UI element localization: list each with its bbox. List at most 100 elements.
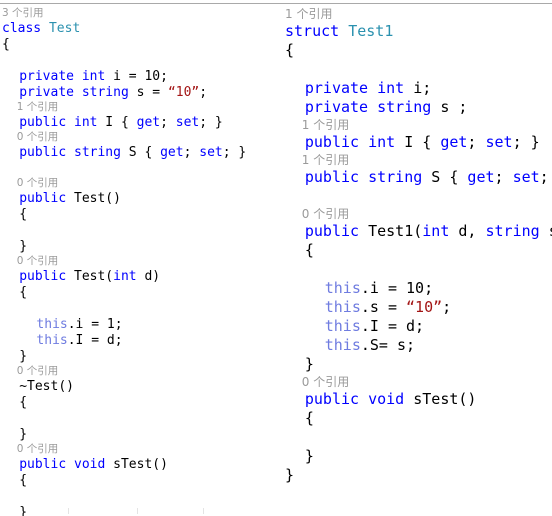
code-token-id: ; <box>160 69 168 84</box>
code-line: } <box>2 240 277 256</box>
code-token-id: d) <box>136 269 161 284</box>
code-token-kw: string <box>377 98 432 116</box>
code-token-id <box>368 79 377 97</box>
code-token-id: .i = <box>67 317 107 332</box>
code-token-id: ; <box>114 317 123 332</box>
code-token-id <box>41 21 49 36</box>
code-token-id: { <box>19 473 28 488</box>
indent-guide-ticks <box>0 506 552 516</box>
code-token-id: I { <box>395 133 441 151</box>
code-token-kw: public <box>19 191 67 206</box>
codelens-reference-count[interactable]: 0 个引用 <box>2 366 277 380</box>
codelens-reference-count[interactable]: 0 个引用 <box>2 132 277 146</box>
code-token-id: ~Test() <box>19 379 74 394</box>
code-token-id: { <box>304 241 314 259</box>
code-line: this.i = 1; <box>2 318 277 334</box>
code-token-kw: set <box>512 168 540 186</box>
code-token-id: { <box>285 41 295 59</box>
code-token-kw: set <box>199 145 223 160</box>
indent-guide-tick <box>68 508 69 514</box>
code-token-id <box>74 85 82 100</box>
code-line: public Test(int d) <box>2 270 277 286</box>
code-token-kw: private <box>19 85 74 100</box>
code-token-kw: string <box>368 168 423 186</box>
code-token-id: S { <box>422 168 468 186</box>
code-token-id: Test() <box>66 191 121 206</box>
code-token-kw: int <box>113 269 137 284</box>
code-token-kw: int <box>81 69 106 84</box>
code-token-type: Test <box>48 21 81 36</box>
code-token-id <box>359 133 368 151</box>
code-token-id: s = <box>128 85 168 100</box>
code-token-id <box>359 390 368 408</box>
code-line: { <box>285 43 552 62</box>
code-token-id <box>66 115 74 130</box>
code-comparison-screenshot: 3 个引用 class Test{ private int i = 10; priv… <box>0 0 552 516</box>
code-token-kw: public <box>304 390 360 408</box>
code-pane-left[interactable]: 3 个引用 class Test{ private int i = 10; priv… <box>0 0 277 516</box>
code-token-kw: int <box>368 133 396 151</box>
code-line: } <box>2 350 277 366</box>
code-token-id: ; <box>183 145 200 160</box>
code-token-id: } <box>19 349 28 364</box>
code-token-kw: get <box>440 133 468 151</box>
code-line: public string S { get; set; <box>285 170 552 189</box>
code-token-id <box>66 145 74 160</box>
codelens-reference-count[interactable]: 0 个引用 <box>2 178 277 192</box>
code-token-id: ; <box>539 168 549 186</box>
code-line: this.I = d; <box>2 334 277 350</box>
code-token-num: 10 <box>406 279 425 297</box>
code-token-id: ; <box>199 85 208 100</box>
code-token-id: i; <box>404 79 432 97</box>
code-token-this: this <box>324 279 361 297</box>
code-token-id: { <box>304 409 314 427</box>
code-line: { <box>2 396 277 412</box>
indent-guide-tick <box>137 508 138 514</box>
code-token-id: d, <box>449 222 486 240</box>
code-token-type: Test1 <box>348 22 394 40</box>
codelens-reference-count[interactable]: 0 个引用 <box>2 444 277 458</box>
code-token-kw: private <box>19 69 74 84</box>
code-token-id: ; } <box>512 133 540 151</box>
code-line: } <box>285 468 552 487</box>
code-token-id <box>368 98 377 116</box>
code-token-kw: public <box>19 269 67 284</box>
code-token-kw: get <box>160 145 184 160</box>
code-line: { <box>2 38 277 54</box>
code-line: public int I { get; set; } <box>285 135 552 154</box>
code-token-id: .I = d; <box>360 317 425 335</box>
code-token-id: } <box>285 466 295 484</box>
code-token-kw: private <box>304 79 369 97</box>
code-token-kw: set <box>485 133 513 151</box>
code-token-kw: void <box>368 390 405 408</box>
codelens-reference-count[interactable]: 3 个引用 <box>2 8 277 22</box>
codelens-reference-count[interactable]: 1 个引用 <box>2 102 277 116</box>
code-line: public void sTest() <box>2 458 277 474</box>
code-token-kw: string <box>81 85 129 100</box>
code-token-this: this <box>324 298 361 316</box>
code-token-kw: public <box>19 115 67 130</box>
code-token-id: .s = <box>360 298 407 316</box>
code-token-id <box>74 69 82 84</box>
code-token-kw: public <box>19 145 67 160</box>
code-line: ~Test() <box>2 380 277 396</box>
code-token-kw: set <box>175 115 200 130</box>
code-token-kw: void <box>74 457 106 472</box>
code-line: public int I { get; set; } <box>2 116 277 132</box>
code-token-id: ; <box>494 168 513 186</box>
code-token-id: sTest() <box>404 390 477 408</box>
code-token-id: ; <box>424 279 434 297</box>
code-pane-right[interactable]: 1 个引用 struct Test1{ private int i; private… <box>277 0 552 516</box>
code-token-kw: public <box>304 222 360 240</box>
code-line: } <box>285 449 552 468</box>
code-token-id: .S= s; <box>360 336 416 354</box>
codelens-reference-count[interactable]: 0 个引用 <box>2 256 277 270</box>
code-line: private int i = 10; <box>2 70 277 86</box>
code-token-id: } <box>304 355 314 373</box>
